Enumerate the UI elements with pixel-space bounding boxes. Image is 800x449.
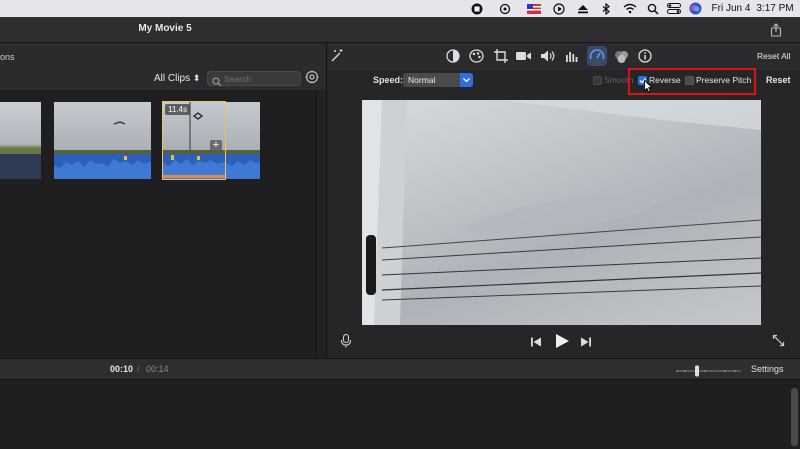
video-frame: [362, 100, 761, 325]
skip-forward-icon[interactable]: [580, 335, 592, 347]
left-panel-label[interactable]: ons: [0, 52, 15, 62]
time-separator: /: [137, 364, 140, 374]
zoom-slider[interactable]: [675, 364, 743, 377]
reverse-label[interactable]: Reverse: [649, 75, 681, 85]
play-icon[interactable]: [554, 333, 570, 349]
adjustments-toolbar: ons: [0, 43, 800, 70]
magic-wand-icon[interactable]: [329, 48, 345, 64]
window-title: My Movie 5: [138, 23, 192, 34]
menubar-time[interactable]: 3:17 PM: [754, 2, 796, 15]
play-circle-icon[interactable]: [552, 2, 566, 15]
crop-icon[interactable]: [493, 48, 509, 64]
stabilization-camera-icon[interactable]: [516, 48, 532, 64]
reset-button[interactable]: Reset: [766, 75, 791, 85]
chevron-updown-icon: ⬍: [192, 73, 201, 83]
speedometer-icon: [589, 48, 605, 64]
preserve-pitch-label[interactable]: Preserve Pitch: [696, 75, 751, 85]
system-menubar: Fri Jun 4 3:17 PM: [0, 0, 800, 17]
settings-gear-icon[interactable]: [305, 70, 319, 84]
preserve-pitch-checkbox[interactable]: [685, 76, 694, 85]
browser-scrollbar[interactable]: [316, 90, 326, 358]
eject-icon[interactable]: [576, 2, 590, 15]
clip-wave-left: [0, 102, 41, 179]
timeline-header: 00:10 / 00:14 Settings: [0, 358, 800, 380]
current-time: 00:10: [110, 364, 134, 374]
search-icon: [212, 74, 222, 87]
audio-waveform: [54, 154, 151, 179]
video-overlay-icon[interactable]: [613, 48, 629, 64]
sync-icon[interactable]: [498, 2, 512, 15]
window-titlebar: My Movie 5: [0, 17, 800, 43]
skip-back-icon[interactable]: [530, 335, 542, 347]
wifi-icon[interactable]: [622, 2, 638, 15]
add-clip-icon[interactable]: +: [210, 140, 222, 152]
bluetooth-icon[interactable]: [600, 2, 612, 15]
chevron-down-icon: [460, 73, 473, 87]
volume-icon[interactable]: [540, 48, 556, 64]
speed-value: Normal: [408, 75, 436, 85]
timeline-settings-button[interactable]: Settings: [751, 364, 784, 374]
speed-label: Speed:: [373, 75, 404, 85]
clip-frame: [226, 102, 260, 154]
total-time: 00:14: [146, 364, 169, 374]
mouse-cursor-icon: [644, 79, 653, 93]
timeline-scrollbar[interactable]: [791, 388, 798, 446]
browser-filter-bar: All Clips ⬍: [0, 70, 326, 90]
control-center-icon[interactable]: [666, 2, 682, 15]
reset-all-button[interactable]: Reset All: [757, 51, 791, 61]
color-palette-icon[interactable]: [468, 48, 484, 64]
voiceover-microphone-icon[interactable]: [340, 333, 352, 348]
timeline-area[interactable]: [0, 380, 800, 449]
equalizer-icon[interactable]: [564, 48, 580, 64]
info-icon[interactable]: [637, 48, 653, 64]
audio-waveform: [163, 154, 225, 179]
search-input[interactable]: [224, 73, 298, 84]
video-preview[interactable]: [362, 100, 761, 325]
speed-dropdown[interactable]: Normal: [403, 73, 473, 87]
all-clips-dropdown[interactable]: All Clips ⬍: [154, 73, 200, 84]
smooth-checkbox[interactable]: [593, 76, 602, 85]
search-icon[interactable]: [646, 2, 660, 15]
all-clips-label: All Clips: [154, 73, 191, 84]
share-icon[interactable]: [768, 22, 784, 38]
clip-frame: [54, 102, 151, 154]
record-icon[interactable]: [470, 2, 484, 15]
flag-icon[interactable]: [526, 2, 542, 15]
siri-icon[interactable]: [688, 2, 702, 15]
clip-thumbnail-selected[interactable]: 11.4s +: [162, 101, 226, 180]
search-field[interactable]: [207, 71, 301, 87]
clip-thumbnail[interactable]: [226, 102, 260, 179]
menubar-date[interactable]: Fri Jun 4: [708, 2, 754, 15]
fullscreen-icon[interactable]: [772, 334, 785, 347]
color-balance-icon[interactable]: [445, 48, 461, 64]
clip-thumbnail[interactable]: [54, 102, 151, 179]
audio-waveform: [226, 154, 260, 179]
speed-tab[interactable]: [587, 46, 607, 66]
clip-duration-badge: 11.4s: [165, 104, 190, 115]
